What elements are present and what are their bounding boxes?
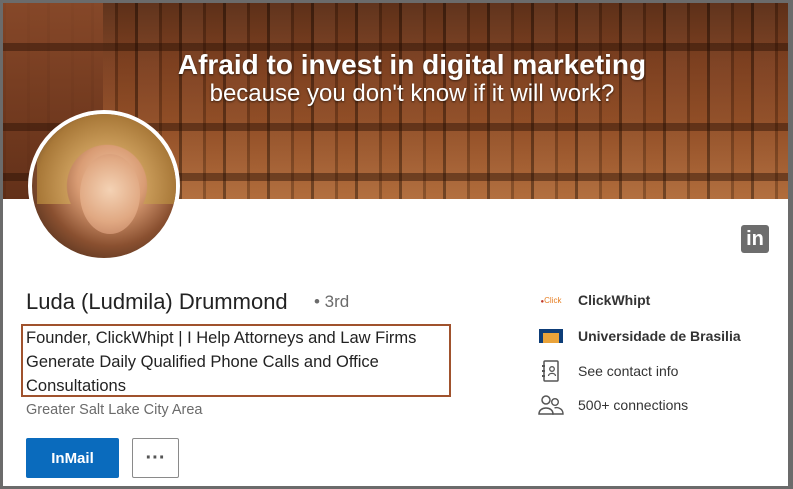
- profile-location: Greater Salt Lake City Area: [26, 402, 203, 418]
- avatar-face: [80, 154, 140, 234]
- profile-headline: Founder, ClickWhipt | I Help Attorneys a…: [26, 329, 417, 395]
- sidebar-item-connections[interactable]: 500+ connections: [538, 393, 688, 417]
- sidebar-item-label: ClickWhipt: [578, 292, 651, 308]
- sidebar-item-label: See contact info: [578, 363, 679, 379]
- sidebar-item-contact-info[interactable]: See contact info: [538, 359, 678, 383]
- profile-card: Afraid to invest in digital marketing be…: [3, 3, 788, 486]
- banner-headline: Afraid to invest in digital marketing: [177, 49, 647, 80]
- linkedin-icon[interactable]: in: [741, 225, 769, 253]
- company-logo-icon: ●Click: [540, 295, 562, 305]
- sidebar-item-label: 500+ connections: [578, 397, 689, 413]
- connection-degree: • 3rd: [314, 292, 350, 311]
- more-actions-button[interactable]: ···: [132, 438, 179, 478]
- avatar[interactable]: [28, 110, 180, 262]
- people-icon: [538, 394, 564, 416]
- banner-subheadline: because you don't know if it will work?: [209, 80, 615, 107]
- contact-card-icon: [538, 360, 564, 382]
- inmail-button[interactable]: InMail: [26, 438, 119, 478]
- sidebar-item-label: Universidade de Brasilia: [578, 328, 741, 344]
- school-logo-icon: [538, 325, 564, 347]
- profile-name: Luda (Ludmila) Drummond: [26, 289, 288, 314]
- sidebar-item-school[interactable]: Universidade de Brasilia: [538, 324, 741, 348]
- sidebar-item-company[interactable]: ●Click ClickWhipt: [538, 288, 651, 312]
